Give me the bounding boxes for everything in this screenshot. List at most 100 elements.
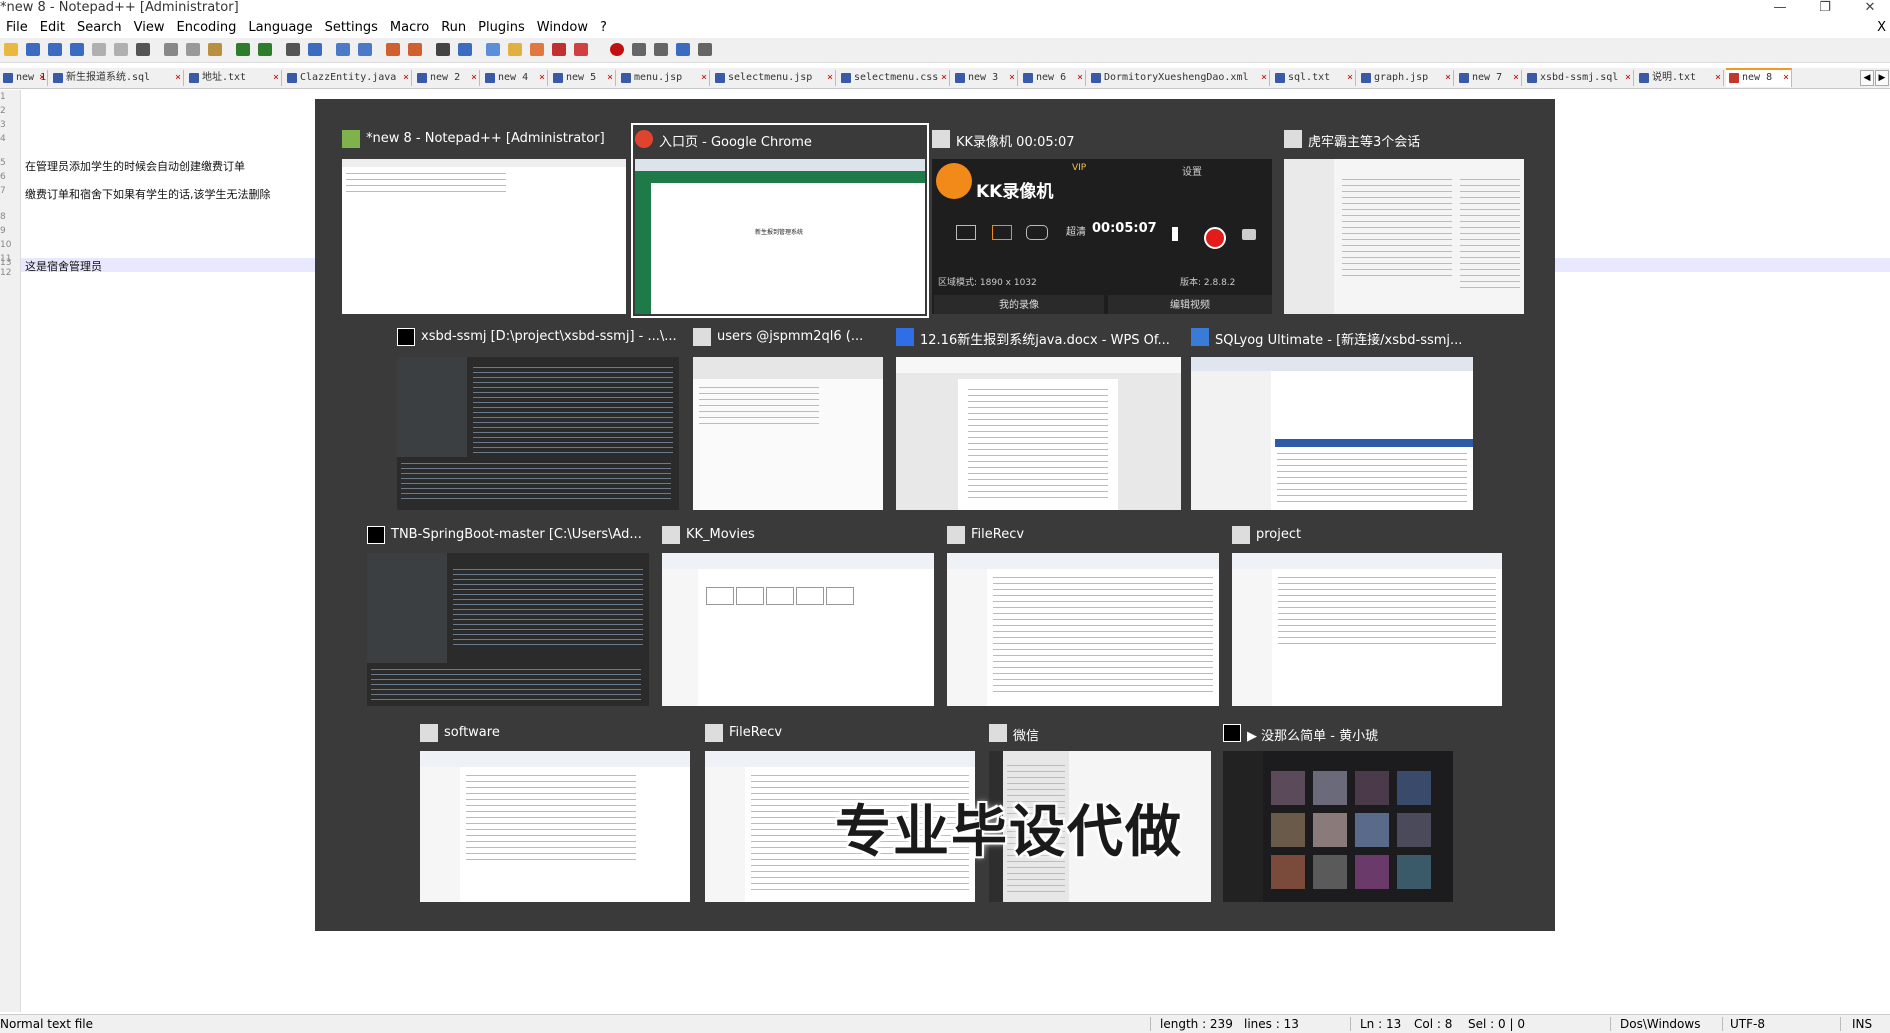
new-file-icon[interactable]: [4, 43, 18, 56]
tab-new-4[interactable]: new 4 ×: [482, 70, 548, 86]
paste-icon[interactable]: [208, 43, 222, 56]
tab-new-8[interactable]: new 8 ×: [1726, 68, 1792, 87]
menu-plugins[interactable]: Plugins: [472, 18, 531, 38]
switcher-window-kk-recorder[interactable]: KK录像机 00:05:07 KK录像机 VIP 设置 超清 00:05:07 …: [932, 127, 1272, 314]
tab-new-3[interactable]: new 3 ×: [952, 70, 1018, 86]
close-tab-icon[interactable]: ×: [539, 70, 545, 86]
switcher-window-wps[interactable]: 12.16新生报到系统java.docx - WPS Of...: [896, 325, 1181, 510]
menu-macro[interactable]: Macro: [384, 18, 435, 38]
close-tab-icon[interactable]: ×: [471, 70, 477, 86]
switcher-window-idea-xsbd[interactable]: xsbd-ssmj [D:\project\xsbd-ssmj] - ...\.…: [397, 325, 679, 510]
define-language-icon[interactable]: [508, 43, 522, 56]
save-macro-icon[interactable]: [698, 43, 712, 56]
tab-new-6[interactable]: new 6 ×: [1020, 70, 1086, 86]
redo-icon[interactable]: [258, 43, 272, 56]
switcher-window-sqlyog[interactable]: SQLyog Ultimate - [新连接/xsbd-ssmj...: [1191, 325, 1473, 510]
play-macro-icon[interactable]: [654, 43, 668, 56]
zoom-in-icon[interactable]: [336, 43, 350, 56]
replace-icon[interactable]: [308, 43, 322, 56]
menu-window[interactable]: Window: [531, 18, 594, 38]
close-tab-icon[interactable]: ×: [1783, 70, 1789, 86]
close-tab-icon[interactable]: ×: [273, 70, 279, 86]
doc-map-icon[interactable]: [530, 43, 544, 56]
sync-horizontal-icon[interactable]: [408, 43, 422, 56]
close-tab-icon[interactable]: ×: [1513, 70, 1519, 86]
tab-new-student-sql[interactable]: 新生报道系统.sql ×: [50, 70, 184, 86]
close-tab-icon[interactable]: ×: [403, 70, 409, 86]
folder-workspace-icon[interactable]: [574, 43, 588, 56]
tab-dormitory-dao-xml[interactable]: DormitoryXueshengDao.xml ×: [1088, 70, 1270, 86]
close-tab-icon[interactable]: ×: [1009, 70, 1015, 86]
tab-clazzentity-java[interactable]: ClazzEntity.java ×: [284, 70, 412, 86]
tab-selectmenu-css[interactable]: selectmenu.css ×: [838, 70, 950, 86]
tab-graph-jsp[interactable]: graph.jsp ×: [1358, 70, 1454, 86]
tab-new-5[interactable]: new 5 ×: [550, 70, 616, 86]
switcher-window-idea-tnb[interactable]: TNB-SpringBoot-master [C:\Users\Ad...: [367, 523, 649, 706]
tab-new-1[interactable]: new 1 ×: [0, 70, 48, 86]
menu-run[interactable]: Run: [435, 18, 472, 38]
stop-macro-icon[interactable]: [632, 43, 646, 56]
copy-icon[interactable]: [186, 43, 200, 56]
menu-edit[interactable]: Edit: [34, 18, 71, 38]
close-tab-icon[interactable]: ×: [827, 70, 833, 86]
switcher-window-chat[interactable]: 虎牢霸主等3个会话: [1284, 127, 1524, 314]
print-icon[interactable]: [136, 43, 150, 56]
menu-language[interactable]: Language: [242, 18, 318, 38]
zoom-out-icon[interactable]: [358, 43, 372, 56]
save-icon[interactable]: [48, 43, 62, 56]
menu-encoding[interactable]: Encoding: [170, 18, 242, 38]
tab-address-txt[interactable]: 地址.txt ×: [186, 70, 282, 86]
close-tab-icon[interactable]: ×: [1261, 70, 1267, 86]
function-list-icon[interactable]: [552, 43, 566, 56]
tab-readme-txt[interactable]: 说明.txt ×: [1636, 70, 1724, 86]
close-all-icon[interactable]: [114, 43, 128, 56]
switcher-window-project[interactable]: project: [1232, 523, 1502, 706]
tab-new-7[interactable]: new 7 ×: [1456, 70, 1522, 86]
save-all-icon[interactable]: [70, 43, 84, 56]
close-tab-icon[interactable]: ×: [701, 70, 707, 86]
switcher-window-software[interactable]: software: [420, 721, 690, 902]
close-tab-icon[interactable]: ×: [1445, 70, 1451, 86]
menu-file[interactable]: File: [0, 18, 34, 38]
menu-help[interactable]: ?: [594, 18, 613, 38]
undo-icon[interactable]: [236, 43, 250, 56]
switcher-window-notepadpp[interactable]: *new 8 - Notepad++ [Administrator]: [342, 127, 626, 314]
indent-guide-icon[interactable]: [486, 43, 500, 56]
find-icon[interactable]: [286, 43, 300, 56]
close-button[interactable]: ✕: [1855, 0, 1885, 16]
show-all-chars-icon[interactable]: [458, 43, 472, 56]
tab-xsbd-ssmj-sql[interactable]: xsbd-ssmj.sql ×: [1524, 70, 1634, 86]
tab-sql-txt[interactable]: sql.txt ×: [1272, 70, 1356, 86]
sync-vertical-icon[interactable]: [386, 43, 400, 56]
switcher-window-filerecv-1[interactable]: FileRecv: [947, 523, 1219, 706]
switcher-window-users-db[interactable]: users @jspmm2ql6 (...: [693, 325, 883, 510]
word-wrap-icon[interactable]: [436, 43, 450, 56]
switcher-window-music-player[interactable]: ▶ 没那么简单 - 黄小琥: [1223, 721, 1453, 902]
close-tab-icon[interactable]: ×: [941, 70, 947, 86]
tab-selectmenu-jsp[interactable]: selectmenu.jsp ×: [712, 70, 836, 86]
cut-icon[interactable]: [164, 43, 178, 56]
tab-menu-jsp[interactable]: menu.jsp ×: [618, 70, 710, 86]
open-file-icon[interactable]: [26, 43, 40, 56]
tab-scroll-left-button[interactable]: ◀: [1860, 70, 1874, 86]
tab-new-2[interactable]: new 2 ×: [414, 70, 480, 86]
maximize-button[interactable]: ❐: [1810, 0, 1840, 16]
switcher-window-kk-movies[interactable]: KK_Movies: [662, 523, 934, 706]
close-tab-icon[interactable]: ×: [607, 70, 613, 86]
close-tab-icon[interactable]: ×: [1625, 70, 1631, 86]
close-document-button[interactable]: X: [1877, 18, 1886, 38]
close-tab-icon[interactable]: ×: [39, 70, 45, 86]
tab-scroll-right-button[interactable]: ▶: [1875, 70, 1889, 86]
run-macro-multiple-icon[interactable]: [676, 43, 690, 56]
close-file-icon[interactable]: [92, 43, 106, 56]
record-macro-icon[interactable]: [610, 43, 624, 56]
menu-view[interactable]: View: [128, 18, 171, 38]
menu-settings[interactable]: Settings: [319, 18, 384, 38]
minimize-button[interactable]: —: [1765, 0, 1795, 16]
close-tab-icon[interactable]: ×: [175, 70, 181, 86]
switcher-window-chrome[interactable]: 入口页 - Google Chrome 新生报到管理系统: [631, 123, 929, 318]
close-tab-icon[interactable]: ×: [1347, 70, 1353, 86]
menu-search[interactable]: Search: [71, 18, 128, 38]
close-tab-icon[interactable]: ×: [1077, 70, 1083, 86]
close-tab-icon[interactable]: ×: [1715, 70, 1721, 86]
